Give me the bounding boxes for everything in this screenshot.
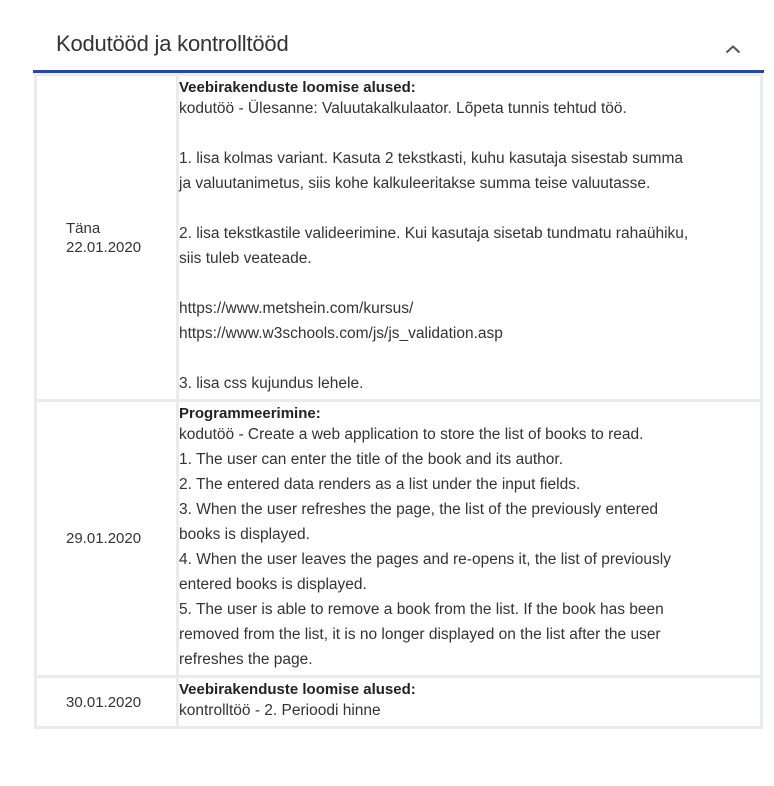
homework-row: 30.01.2020 Veebirakenduste loomise alused…	[34, 675, 763, 729]
assignment-link[interactable]: https://www.metshein.com/kursus/	[179, 296, 750, 321]
assignment-line: 3. When the user refreshes the page, the…	[179, 501, 659, 518]
assignment-line: 5. The user is able to remove a book fro…	[179, 601, 664, 618]
panel-header[interactable]: Kodutööd ja kontrolltööd	[33, 18, 764, 73]
assignment-line: refreshes the page.	[179, 651, 313, 668]
subject-name: Veebirakenduste loomise alused:	[179, 79, 416, 96]
assignment-line: 2. lisa tekstkastile valideerimine. Kui …	[179, 225, 689, 242]
assignment-line: 2. The entered data renders as a list un…	[179, 476, 581, 493]
assignment-line: 4. When the user leaves the pages and re…	[179, 551, 671, 568]
assignment-line: 1. The user can enter the title of the b…	[179, 451, 564, 468]
due-date: 30.01.2020	[66, 693, 142, 711]
assignment-line: ja valuutanimetus, siis kohe kalkuleerit…	[179, 175, 651, 192]
assignment-line	[179, 121, 750, 146]
homework-row: 29.01.2020 Programmeerimine: kodutöö - Cre…	[34, 399, 763, 678]
homework-panel: Kodutööd ja kontrolltööd Täna 22.01.2020 V…	[33, 18, 764, 729]
homework-row: Täna 22.01.2020 Veebirakenduste loomise al…	[34, 73, 763, 402]
assignment-line: entered books is displayed.	[179, 576, 367, 593]
due-date: 22.01.2020	[66, 238, 142, 256]
assignment-line: removed from the list, it is no longer d…	[179, 626, 661, 643]
assignment-link[interactable]: https://www.w3schools.com/js/js_validati…	[179, 321, 750, 346]
assignment-cell: Veebirakenduste loomise alused: kodutöö -…	[176, 73, 763, 402]
assignment-line: 3. lisa css kujundus lehele.	[179, 375, 364, 392]
assignment-line: kontrolltöö - 2. Perioodi hinne	[179, 702, 381, 719]
date-cell: 30.01.2020	[34, 675, 179, 729]
date-cell: 29.01.2020	[34, 399, 179, 678]
homework-table: Täna 22.01.2020 Veebirakenduste loomise al…	[34, 73, 763, 729]
assignment-cell: Veebirakenduste loomise alused: kontrollt…	[176, 675, 763, 729]
date-cell: Täna 22.01.2020	[34, 73, 179, 402]
assignment-line: kodutöö - Create a web application to st…	[179, 426, 644, 443]
date-prefix: Täna	[66, 219, 101, 237]
due-date: 29.01.2020	[66, 530, 142, 547]
assignment-line	[179, 196, 750, 221]
panel-title: Kodutööd ja kontrolltööd	[56, 31, 289, 56]
assignment-line: siis tuleb veateade.	[179, 250, 312, 267]
assignment-line	[179, 346, 750, 371]
assignment-cell: Programmeerimine: kodutöö - Create a web …	[176, 399, 763, 678]
assignment-line: kodutöö - Ülesanne: Valuutakalkulaator. …	[179, 100, 627, 117]
assignment-line: 1. lisa kolmas variant. Kasuta 2 tekstka…	[179, 150, 683, 167]
chevron-up-icon[interactable]	[720, 36, 746, 62]
assignment-line	[179, 271, 750, 296]
subject-name: Programmeerimine:	[179, 405, 321, 422]
assignment-line: books is displayed.	[179, 526, 310, 543]
subject-name: Veebirakenduste loomise alused:	[179, 681, 416, 698]
